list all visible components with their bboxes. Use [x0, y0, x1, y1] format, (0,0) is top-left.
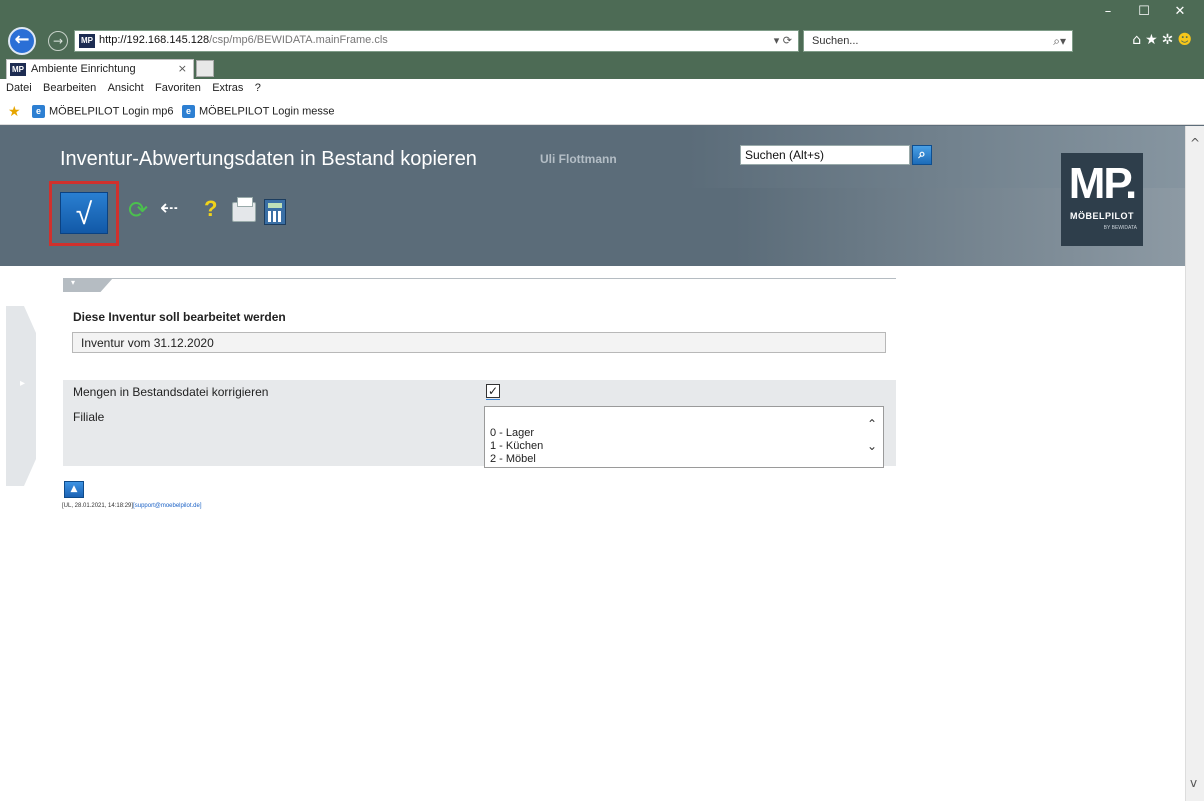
app-frame: Inventur-Abwertungsdaten in Bestand kopi…	[0, 126, 1185, 801]
maximize-button[interactable]: ☐	[1126, 2, 1162, 22]
inventur-field[interactable]: Inventur vom 31.12.2020	[72, 332, 886, 353]
page-scrollbar[interactable]: ^ v	[1185, 126, 1204, 801]
support-email-link[interactable]: [support@moebelpilot.de]	[133, 503, 201, 509]
gear-icon[interactable]: ✲	[1162, 32, 1178, 48]
chevron-down-icon: ▾	[71, 278, 76, 287]
favorite-link-messe[interactable]: e MÖBELPILOT Login messe	[182, 105, 335, 118]
tab-favicon: MP	[10, 63, 26, 76]
filiale-listbox[interactable]: 0 - Lager 1 - Küchen 2 - Möbel ⌃ ⌄	[484, 406, 884, 468]
filiale-option[interactable]: 1 - Küchen	[490, 440, 543, 452]
confirm-highlight: √	[49, 181, 119, 246]
menu-datei[interactable]: Datei	[0, 79, 36, 97]
checkbox-focus-line	[486, 399, 500, 400]
footer-note: [UL, 28.01.2021, 14:18:29][support@moebe…	[62, 503, 202, 509]
new-tab-button[interactable]	[196, 60, 214, 77]
browser-search-placeholder: Suchen...	[812, 35, 859, 47]
tab-close-icon[interactable]: ×	[178, 62, 187, 75]
filiale-label: Filiale	[73, 410, 105, 424]
search-icon[interactable]: ⌕▾	[1053, 34, 1066, 49]
chevron-down-icon[interactable]: v	[1190, 776, 1197, 790]
back-arrow-icon[interactable]: ⇠	[160, 196, 178, 221]
site-favicon: MP	[79, 34, 95, 48]
tab-title: Ambiente Einrichtung	[31, 63, 136, 75]
chevron-right-icon: ▸	[20, 378, 26, 389]
scroll-top-button[interactable]: ▲	[64, 481, 84, 498]
confirm-button[interactable]: √	[60, 192, 108, 234]
print-icon[interactable]	[232, 197, 256, 222]
menu-help[interactable]: ?	[251, 79, 265, 97]
favorite-link-mp6[interactable]: e MÖBELPILOT Login mp6	[32, 105, 174, 118]
browser-forward-button[interactable]: →	[48, 31, 68, 51]
moebelpilot-logo: MP. MÖBELPILOT BY BEWIDATA	[1061, 153, 1143, 246]
browser-menubar: Datei Bearbeiten Ansicht Favoriten Extra…	[0, 79, 1204, 99]
form-panel: ▾ Diese Inventur soll bearbeitet werden …	[53, 266, 904, 548]
address-dropdown-refresh-icon[interactable]: ▾ ⟳	[774, 34, 792, 47]
close-window-button[interactable]: ✕	[1162, 2, 1198, 22]
help-icon[interactable]: ?	[204, 196, 217, 222]
browser-back-button[interactable]: ←	[8, 27, 36, 55]
filiale-row: Filiale 0 - Lager 1 - Küchen 2 - Möbel ⌃…	[63, 404, 896, 468]
app-search-input[interactable]: Suchen (Alt+s)	[740, 145, 910, 165]
browser-tab[interactable]: MP Ambiente Einrichtung ×	[6, 59, 194, 79]
panel-collapse-tab[interactable]: ▾	[63, 278, 113, 292]
mengen-row: Mengen in Bestandsdatei korrigieren ✓	[63, 380, 896, 404]
app-search-button[interactable]: ⌕	[912, 145, 932, 165]
browser-toolbar-icons: ⌂★✲☻	[1132, 32, 1196, 48]
menu-bearbeiten[interactable]: Bearbeiten	[39, 79, 100, 97]
favorites-star-icon[interactable]: ★	[8, 104, 21, 120]
address-url[interactable]: http://192.168.145.128/csp/mp6/BEWIDATA.…	[99, 34, 388, 46]
window-controls: – ☐ ✕	[1090, 2, 1198, 22]
chevron-down-icon[interactable]: ⌄	[867, 439, 877, 453]
address-bar[interactable]: MP http://192.168.145.128/csp/mp6/BEWIDA…	[74, 30, 799, 52]
menu-favoriten[interactable]: Favoriten	[151, 79, 205, 97]
refresh-icon[interactable]: ⟳	[128, 196, 148, 224]
user-name: Uli Flottmann	[540, 152, 617, 166]
page-title: Inventur-Abwertungsdaten in Bestand kopi…	[60, 148, 477, 170]
browser-titlebar: – ☐ ✕ ← → MP http://192.168.145.128/csp/…	[0, 0, 1204, 58]
section-label: Diese Inventur soll bearbeitet werden	[73, 310, 286, 324]
minimize-button[interactable]: –	[1090, 2, 1126, 22]
filiale-option[interactable]: 2 - Möbel	[490, 453, 536, 465]
mengen-checkbox[interactable]: ✓	[486, 384, 500, 398]
mengen-label: Mengen in Bestandsdatei korrigieren	[73, 385, 269, 399]
filiale-option[interactable]: 0 - Lager	[490, 427, 534, 439]
menu-ansicht[interactable]: Ansicht	[104, 79, 148, 97]
star-icon[interactable]: ★	[1145, 32, 1162, 48]
favorites-bar: ★ e MÖBELPILOT Login mp6 e MÖBELPILOT Logi…	[0, 99, 1204, 125]
ie-page-icon: e	[182, 105, 195, 118]
home-icon[interactable]: ⌂	[1132, 32, 1145, 48]
navigation-row: ← → MP http://192.168.145.128/csp/mp6/BE…	[0, 26, 1204, 56]
panel-divider	[63, 278, 896, 279]
calculator-icon[interactable]	[264, 199, 286, 225]
ie-page-icon: e	[32, 105, 45, 118]
chevron-up-icon[interactable]: ⌃	[867, 417, 877, 431]
browser-tab-row: MP Ambiente Einrichtung ×	[0, 58, 1204, 79]
smiley-icon[interactable]: ☻	[1177, 32, 1196, 48]
browser-search-box[interactable]: Suchen... ⌕▾	[803, 30, 1073, 52]
sidebar-toggle[interactable]: ▸	[6, 306, 36, 486]
chevron-up-icon[interactable]: ^	[1190, 136, 1200, 150]
menu-extras[interactable]: Extras	[208, 79, 247, 97]
